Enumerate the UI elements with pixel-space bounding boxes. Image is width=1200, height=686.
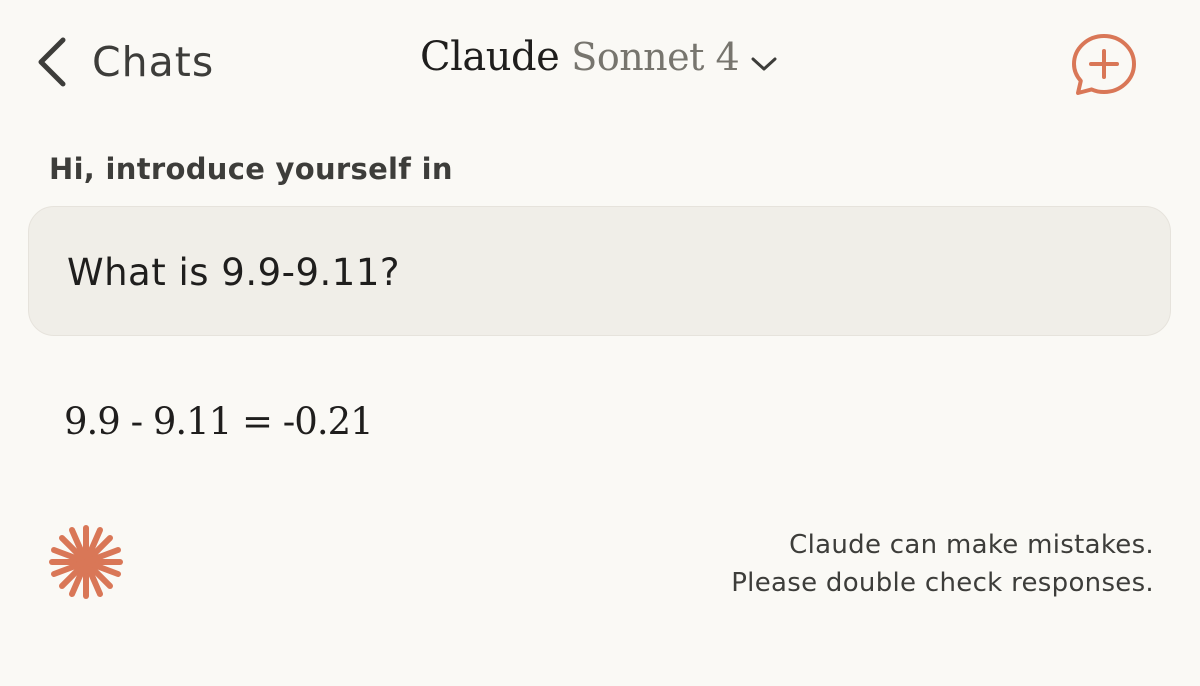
model-selector[interactable]: Claude Sonnet 4: [420, 34, 779, 94]
disclaimer: Claude can make mistakes. Please double …: [731, 526, 1154, 602]
back-to-chats-button[interactable]: Chats: [30, 28, 214, 96]
back-label: Chats: [92, 38, 215, 86]
chevron-down-icon: [751, 57, 777, 71]
claude-spark-icon: [49, 525, 123, 599]
app-title: Claude: [420, 34, 560, 80]
user-message-preview: Hi, introduce yourself in: [49, 152, 453, 186]
disclaimer-line-1: Claude can make mistakes.: [789, 530, 1154, 560]
user-message-bubble[interactable]: What is 9.9-9.11?: [28, 206, 1171, 336]
chat-screen: Chats Claude Sonnet 4 Hi, introduce your…: [0, 0, 1200, 686]
model-name: Sonnet 4: [571, 35, 740, 79]
top-bar: Chats Claude Sonnet 4: [0, 0, 1200, 128]
chevron-left-icon: [38, 37, 66, 87]
user-message-text: What is 9.9-9.11?: [67, 251, 401, 294]
assistant-response-text: 9.9 - 9.11 = -0.21: [64, 400, 374, 443]
new-chat-icon[interactable]: [1070, 32, 1138, 96]
disclaimer-line-2: Please double check responses.: [731, 568, 1154, 598]
